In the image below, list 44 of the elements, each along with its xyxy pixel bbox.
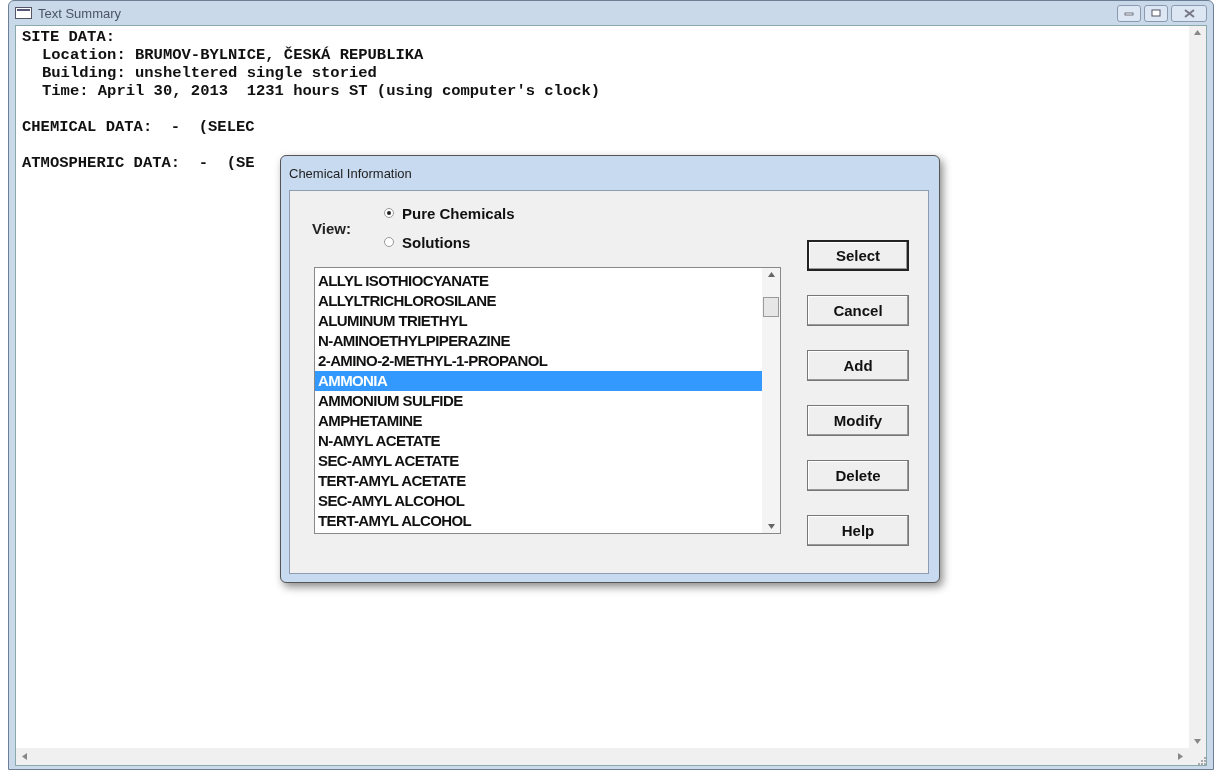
radio-option[interactable]: Pure Chemicals bbox=[384, 204, 781, 222]
dialog-button[interactable]: Help bbox=[807, 515, 909, 546]
summary-line: Time: April 30, 2013 1231 hours ST (using computer's clock) bbox=[41, 82, 602, 100]
radio-option[interactable]: Solutions bbox=[384, 233, 781, 251]
minimize-icon bbox=[1124, 10, 1134, 16]
list-item[interactable]: TERT-AMYL ALCOHOL bbox=[315, 511, 762, 531]
scroll-up-arrow-icon[interactable] bbox=[767, 272, 775, 277]
resize-grip-icon[interactable] bbox=[1197, 756, 1206, 765]
scroll-down-arrow-icon[interactable] bbox=[767, 524, 775, 529]
close-button[interactable] bbox=[1171, 4, 1207, 22]
summary-line: Location: BRUMOV-BYLNICE, ČESKÁ REPUBLIKA bbox=[41, 46, 425, 64]
window-icon bbox=[15, 7, 32, 19]
maximize-button[interactable] bbox=[1144, 4, 1168, 22]
dialog-button[interactable]: Modify bbox=[807, 405, 909, 436]
list-item[interactable]: N-AMINOETHYLPIPERAZINE bbox=[315, 331, 762, 351]
section-heading: CHEMICAL DATA: - (SELEC bbox=[22, 118, 256, 136]
list-item[interactable]: AMPHETAMINE bbox=[315, 411, 762, 431]
list-item[interactable]: ALLYLTRICHLOROSILANE bbox=[315, 291, 762, 311]
minimize-button[interactable] bbox=[1117, 4, 1141, 22]
summary-line: Building: unsheltered single storied bbox=[41, 64, 378, 82]
list-item[interactable]: ALLYL ISOTHIOCYANATE bbox=[315, 271, 762, 291]
close-icon bbox=[1183, 8, 1195, 18]
dialog-button[interactable]: Select bbox=[807, 240, 909, 271]
section-heading: SITE DATA: bbox=[22, 28, 116, 46]
maximize-icon bbox=[1151, 9, 1161, 17]
list-item[interactable]: 2-AMINO-2-METHYL-1-PROPANOL bbox=[315, 351, 762, 371]
list-item[interactable]: TERT-AMYL ACETATE bbox=[315, 471, 762, 491]
dialog-button[interactable]: Add bbox=[807, 350, 909, 381]
list-item[interactable]: SEC-AMYL ACETATE bbox=[315, 451, 762, 471]
list-item[interactable]: AMMONIUM SULFIDE bbox=[315, 391, 762, 411]
view-label: View: bbox=[312, 219, 352, 237]
dialog-button[interactable]: Delete bbox=[807, 460, 909, 491]
dialog-button[interactable]: Cancel bbox=[807, 295, 909, 326]
scroll-right-arrow-icon[interactable] bbox=[1178, 753, 1183, 760]
list-item[interactable]: N-AMYL ACETATE bbox=[315, 431, 762, 451]
scroll-up-arrow-icon[interactable] bbox=[1194, 30, 1201, 35]
dialog-title: Chemical Information bbox=[289, 164, 413, 183]
scroll-left-arrow-icon[interactable] bbox=[22, 753, 27, 760]
section-heading: ATMOSPHERIC DATA: - (SE bbox=[22, 154, 256, 172]
scroll-thumb[interactable] bbox=[763, 297, 779, 317]
list-item[interactable]: ALUMINUM TRIETHYL bbox=[315, 311, 762, 331]
list-item[interactable]: SEC-AMYL ALCOHOL bbox=[315, 491, 762, 511]
window-title: Text Summary bbox=[38, 5, 122, 21]
scroll-down-arrow-icon[interactable] bbox=[1194, 739, 1201, 744]
